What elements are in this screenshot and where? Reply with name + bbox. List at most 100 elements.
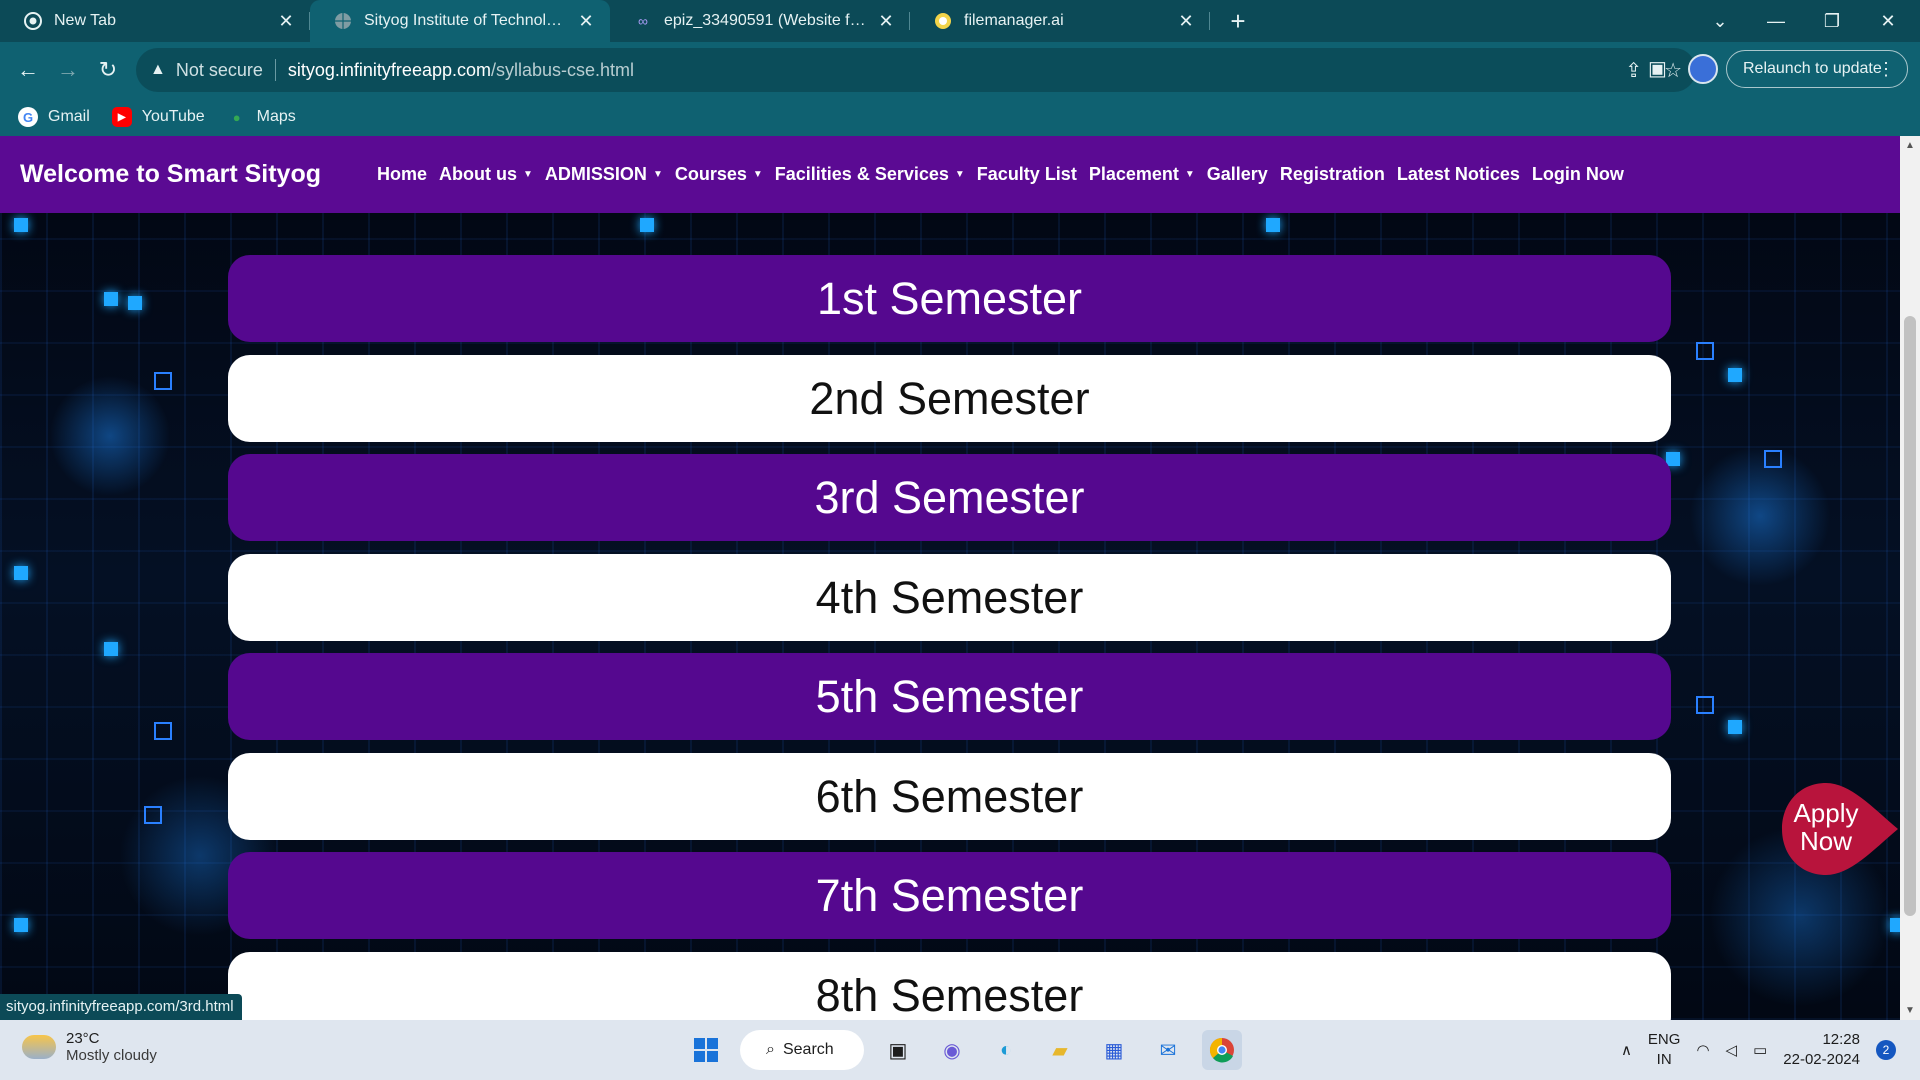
semester-2-button[interactable]: 2nd Semester	[228, 355, 1671, 442]
close-icon[interactable]: ✕	[576, 11, 596, 32]
share-icon[interactable]: ⇪	[1625, 58, 1642, 83]
youtube-icon: ▶	[111, 107, 132, 127]
windows-start-icon[interactable]	[686, 1030, 726, 1070]
window-close-button[interactable]: ✕	[1860, 0, 1916, 42]
chevron-up-icon[interactable]: ∧	[1621, 1041, 1632, 1059]
circuit-dot	[104, 292, 118, 306]
apply-line-2: Now	[1799, 826, 1852, 856]
close-icon[interactable]: ✕	[276, 11, 296, 32]
nav-admission[interactable]: ADMISSION ▼	[545, 164, 663, 185]
circuit-dot	[14, 566, 28, 580]
nav-gallery[interactable]: Gallery	[1207, 164, 1268, 185]
semester-6-button[interactable]: 6th Semester	[228, 753, 1671, 840]
nav-login-now[interactable]: Login Now	[1532, 164, 1624, 185]
semester-5-button[interactable]: 5th Semester	[228, 653, 1671, 740]
file-explorer-icon[interactable]: ▰	[1040, 1030, 1080, 1070]
reload-button[interactable]: ↻	[90, 52, 126, 88]
bookmark-label: Gmail	[48, 108, 90, 125]
circuit-square	[154, 372, 172, 390]
address-bar[interactable]: ▲ Not secure sityog.infinityfreeapp.com /…	[136, 48, 1696, 92]
nav-label: Courses	[674, 164, 747, 184]
circuit-dot	[104, 642, 118, 656]
taskbar-apps: ⌕ Search ▣ ◉ ◐ ▰ ▦ ✉	[686, 1028, 1242, 1072]
volume-icon[interactable]: ◁	[1726, 1041, 1738, 1059]
warning-icon[interactable]: ▲	[150, 61, 166, 79]
store-icon[interactable]: ▦	[1094, 1030, 1134, 1070]
tab-title: filemanager.ai	[964, 12, 1064, 29]
bookmark-youtube[interactable]: ▶ YouTube	[111, 107, 205, 127]
tab-new-tab[interactable]: New Tab ✕	[0, 0, 310, 42]
circuit-square	[1696, 342, 1714, 360]
page-scrollbar[interactable]: ▲ ▼	[1900, 136, 1920, 1020]
search-icon: ⌕	[766, 1041, 775, 1058]
filemanager-icon	[934, 12, 952, 30]
new-tab-button[interactable]: +	[1218, 0, 1258, 42]
close-icon[interactable]: ✕	[1176, 11, 1196, 32]
restore-button[interactable]: ❐	[1804, 0, 1860, 42]
nav-registration[interactable]: Registration	[1280, 164, 1385, 185]
weather-widget[interactable]: 23°C Mostly cloudy	[22, 1030, 157, 1064]
relaunch-button[interactable]: Relaunch to update ⋮	[1726, 50, 1908, 88]
page-viewport: Welcome to Smart Sityog Home About us ▼ A…	[0, 136, 1900, 1020]
tab-search-chevron-icon[interactable]: ⌄	[1692, 0, 1748, 42]
task-view-icon[interactable]: ▣	[878, 1030, 918, 1070]
close-icon[interactable]: ✕	[876, 11, 896, 32]
scroll-thumb[interactable]	[1904, 316, 1916, 916]
language-indicator[interactable]: ENG IN	[1648, 1030, 1681, 1070]
wifi-icon[interactable]: ◠	[1696, 1041, 1709, 1059]
system-tray: ∧ ENG IN ◠ ◁ ▭ 12:28 22-02-2024 2	[1621, 1020, 1896, 1080]
infinity-icon: ∞	[638, 13, 648, 29]
apply-now-button[interactable]: Apply Now	[1780, 781, 1900, 877]
tab-title: New Tab	[54, 12, 116, 29]
relaunch-label: Relaunch to update	[1743, 60, 1882, 77]
nav-latest-notices[interactable]: Latest Notices	[1397, 164, 1520, 185]
profile-avatar[interactable]	[1688, 54, 1718, 84]
bookmarks-bar: G Gmail ▶ YouTube ● Maps	[0, 98, 1920, 136]
nav-label: Faculty List	[976, 164, 1077, 184]
tab-sityog[interactable]: Sityog Institute of Technology ✕	[310, 0, 610, 42]
more-menu-icon[interactable]: ⋮	[1877, 59, 1895, 80]
tab-epiz[interactable]: ∞ epiz_33490591 (Website for sityo ✕	[610, 0, 910, 42]
notification-badge[interactable]: 2	[1876, 1040, 1896, 1060]
caret-down-icon: ▼	[752, 169, 763, 180]
scroll-up-icon[interactable]: ▲	[1900, 140, 1920, 151]
semester-8-button[interactable]: 8th Semester	[228, 952, 1671, 1020]
bookmark-gmail[interactable]: G Gmail	[18, 107, 90, 127]
lang-line-1: ENG	[1647, 1031, 1681, 1048]
circuit-dot	[1266, 218, 1280, 232]
weather-condition: Mostly cloudy	[66, 1047, 157, 1064]
bookmark-maps[interactable]: ● Maps	[227, 107, 296, 127]
semester-1-button[interactable]: 1st Semester	[228, 255, 1671, 342]
nav-about-us[interactable]: About us ▼	[439, 164, 533, 185]
tab-filemanager[interactable]: filemanager.ai ✕	[910, 0, 1210, 42]
scroll-down-icon[interactable]: ▼	[1900, 1005, 1920, 1016]
taskbar-search[interactable]: ⌕ Search	[740, 1030, 864, 1070]
circuit-dot	[128, 296, 142, 310]
mail-icon[interactable]: ✉	[1148, 1030, 1188, 1070]
nav-faculty-list[interactable]: Faculty List	[977, 164, 1077, 185]
site-brand[interactable]: Welcome to Smart Sityog	[20, 160, 321, 189]
nav-home[interactable]: Home	[377, 164, 427, 185]
chrome-taskbar-icon[interactable]	[1202, 1030, 1242, 1070]
circuit-square	[1764, 450, 1782, 468]
chat-icon[interactable]: ◉	[932, 1030, 972, 1070]
nav-placement[interactable]: Placement ▼	[1089, 164, 1195, 185]
tab-strip: New Tab ✕ Sityog Institute of Technology…	[0, 0, 1920, 42]
back-button[interactable]: ←	[10, 52, 46, 88]
battery-icon[interactable]: ▭	[1753, 1041, 1767, 1059]
nav-courses[interactable]: Courses ▼	[675, 164, 763, 185]
tab-title: epiz_33490591 (Website for sityo	[664, 12, 868, 29]
side-panel-icon[interactable]: ▣	[1648, 56, 1667, 81]
browser-toolbar: ← → ↻ ▲ Not secure sityog.infinityfreeap…	[0, 42, 1920, 98]
nav-facilities[interactable]: Facilities & Services ▼	[775, 164, 965, 185]
minimize-button[interactable]: —	[1748, 0, 1804, 42]
forward-button[interactable]: →	[50, 52, 86, 88]
semester-3-button[interactable]: 3rd Semester	[228, 454, 1671, 541]
semester-4-button[interactable]: 4th Semester	[228, 554, 1671, 641]
semester-7-button[interactable]: 7th Semester	[228, 852, 1671, 939]
clock[interactable]: 12:28 22-02-2024	[1783, 1030, 1860, 1070]
edge-icon[interactable]: ◐	[986, 1030, 1026, 1070]
security-label[interactable]: Not secure	[176, 60, 263, 81]
tab-title: Sityog Institute of Technology	[364, 12, 568, 29]
site-navbar: Welcome to Smart Sityog Home About us ▼ A…	[0, 136, 1900, 213]
